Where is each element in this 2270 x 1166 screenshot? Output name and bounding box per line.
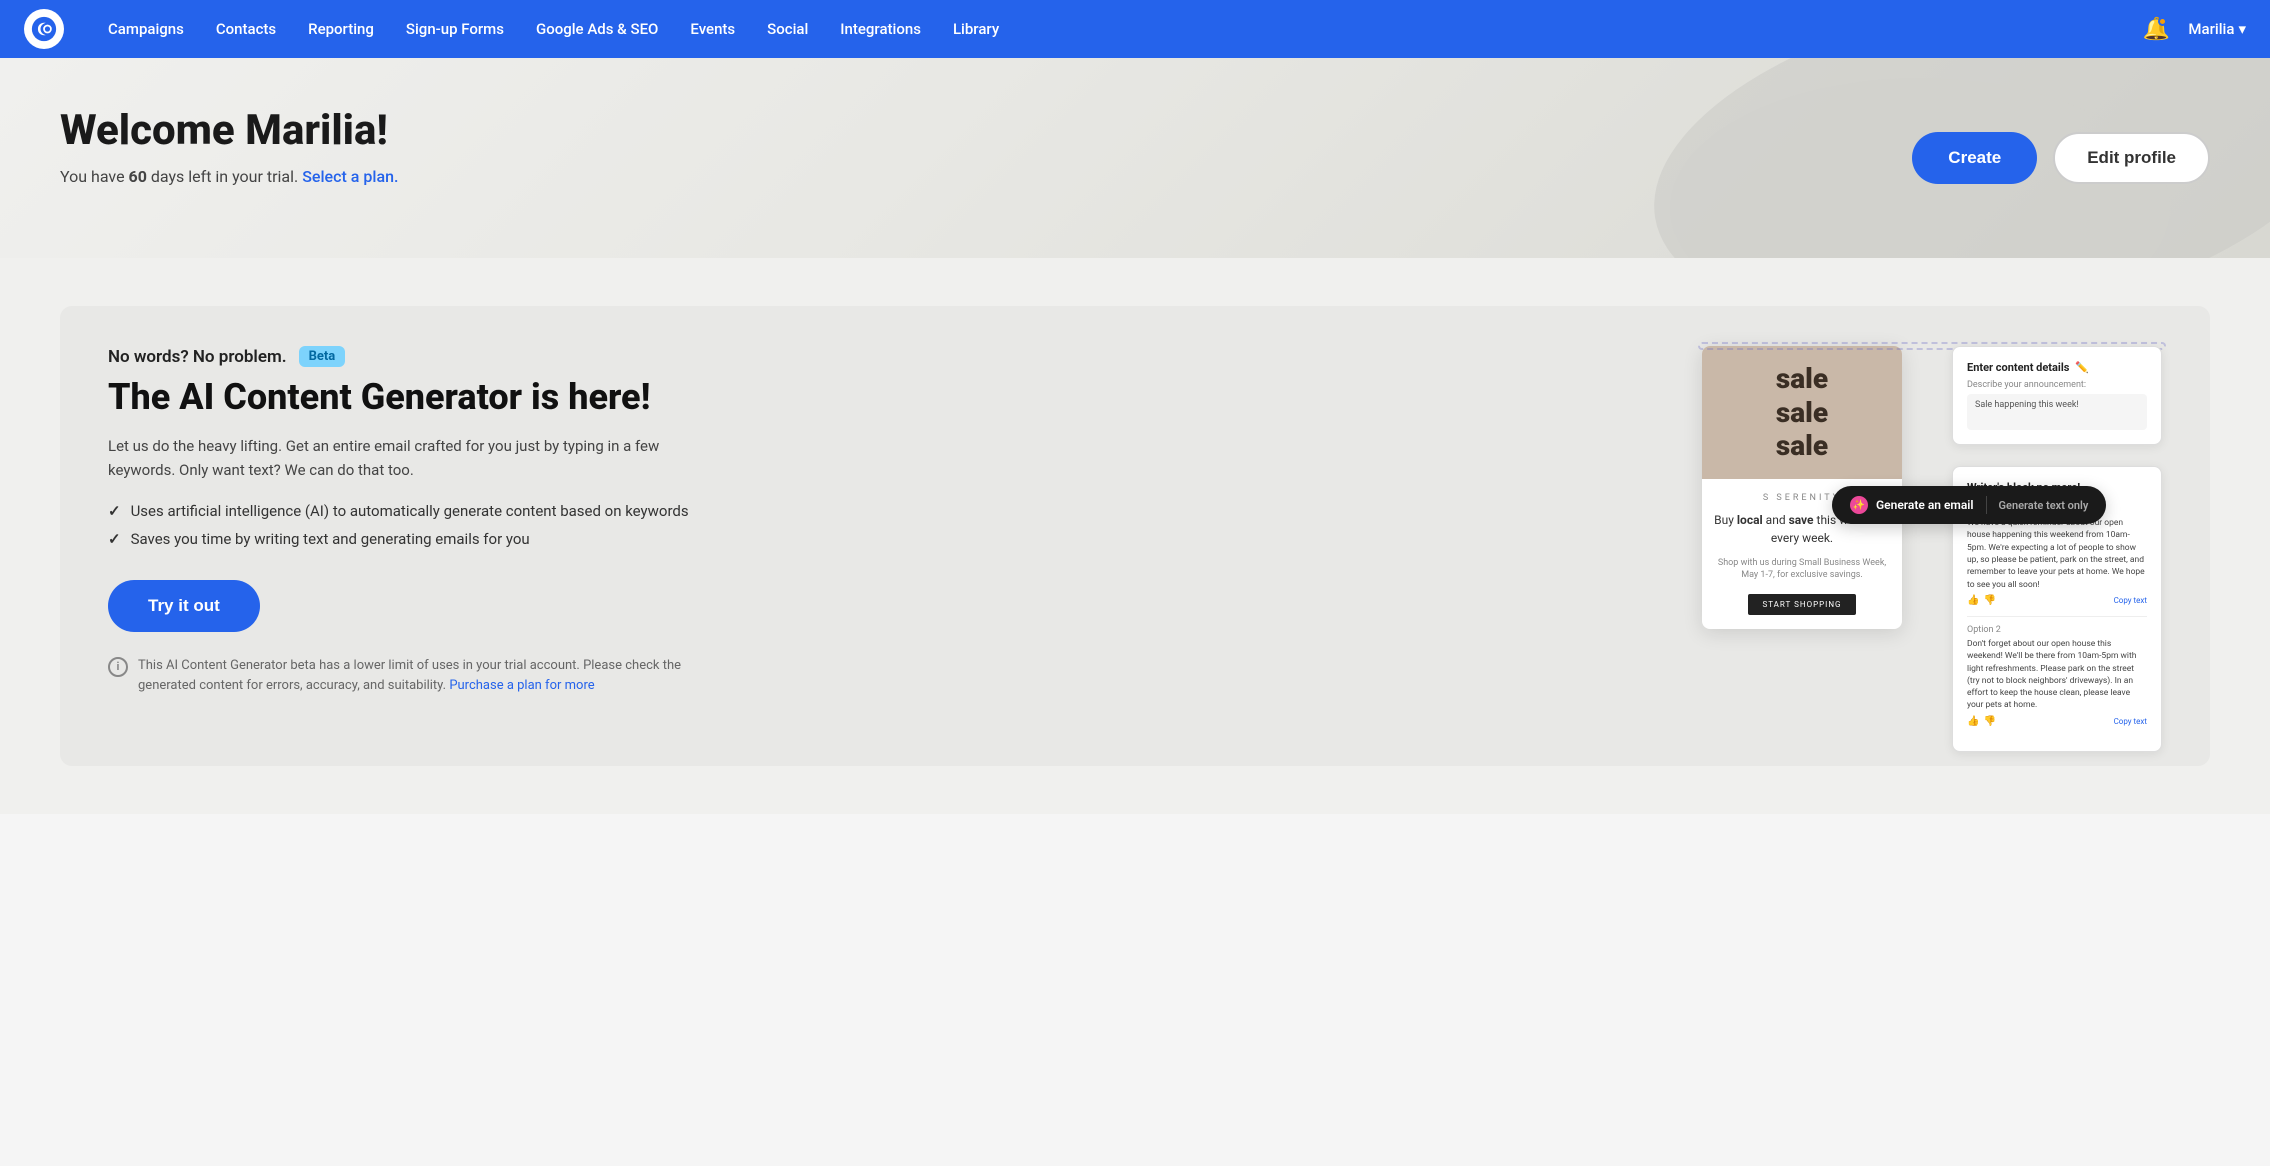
user-menu[interactable]: Marilia ▾: [2188, 20, 2246, 38]
ai-notice-text: This AI Content Generator beta has a low…: [138, 656, 728, 695]
thumbs-down-icon: 👎: [1983, 595, 1995, 606]
separator: [1986, 496, 1987, 514]
create-button[interactable]: Create: [1912, 132, 2037, 184]
ai-notice: i This AI Content Generator beta has a l…: [108, 656, 728, 695]
generate-email-btn-mockup: ✨ Generate an email Generate text only: [1832, 486, 2106, 524]
nav-contacts[interactable]: Contacts: [200, 0, 292, 58]
nav-signup-forms[interactable]: Sign-up Forms: [390, 0, 520, 58]
nav-library[interactable]: Library: [937, 0, 1015, 58]
beta-badge: Beta: [299, 346, 346, 367]
nav-social[interactable]: Social: [751, 0, 824, 58]
edit-profile-button[interactable]: Edit profile: [2053, 132, 2210, 184]
nav-google-ads-seo[interactable]: Google Ads & SEO: [520, 0, 674, 58]
ai-heading: The AI Content Generator is here!: [108, 377, 1642, 418]
hero-buttons: Create Edit profile: [1912, 132, 2210, 184]
select-plan-link[interactable]: Select a plan.: [302, 167, 398, 186]
purchase-plan-link[interactable]: Purchase a plan for more: [449, 678, 594, 693]
thumbs-down-icon-2: 👎: [1983, 716, 1995, 727]
option1-footer: 👍 👎 Copy text: [1967, 595, 2147, 606]
main-content: No words? No problem. Beta The AI Conten…: [0, 258, 2270, 814]
ai-feature-1: Uses artificial intelligence (AI) to aut…: [108, 502, 1642, 520]
trial-days: 60: [129, 167, 147, 186]
magic-wand-icon: ✨: [1850, 496, 1868, 514]
nav-reporting[interactable]: Reporting: [292, 0, 390, 58]
ai-left-panel: No words? No problem. Beta The AI Conten…: [108, 346, 1642, 695]
hero-title: Welcome Marilia!: [60, 106, 2210, 155]
gen-email-label: Generate an email: [1876, 498, 1974, 512]
nav-links: Campaigns Contacts Reporting Sign-up For…: [92, 0, 2140, 58]
hero-subtitle: You have 60 days left in your trial. Sel…: [60, 167, 2210, 186]
ai-description: Let us do the heavy lifting. Get an enti…: [108, 434, 708, 482]
option1-icons: 👍 👎: [1967, 595, 1996, 606]
copy-text-btn-2[interactable]: Copy text: [2114, 717, 2147, 726]
option1-text: We have a quick reminder about our open …: [1967, 517, 2147, 591]
main-nav: Campaigns Contacts Reporting Sign-up For…: [0, 0, 2270, 58]
option2-footer: 👍 👎 Copy text: [1967, 716, 2147, 727]
option2-text: Don't forget about our open house this w…: [1967, 638, 2147, 712]
content-details-panel: Enter content details ✏️ Describe your a…: [1952, 346, 2162, 445]
hero-content: Welcome Marilia! You have 60 days left i…: [60, 106, 2210, 186]
option-2: Option 2 Don't forget about our open hou…: [1967, 625, 2147, 727]
user-name: Marilia: [2188, 20, 2234, 38]
thumbs-up-icon: 👍: [1967, 595, 1979, 606]
ai-badge-row: No words? No problem. Beta: [108, 346, 1642, 367]
info-icon: i: [108, 657, 128, 677]
ai-content-card: No words? No problem. Beta The AI Conten…: [60, 306, 2210, 766]
edit-icon: ✏️: [2075, 361, 2089, 374]
logo[interactable]: [24, 9, 64, 49]
option2-label: Option 2: [1967, 625, 2147, 635]
try-it-out-button[interactable]: Try it out: [108, 580, 260, 632]
shop-button-mock: START SHOPPING: [1748, 594, 1855, 615]
nav-integrations[interactable]: Integrations: [824, 0, 937, 58]
copy-text-btn-1[interactable]: Copy text: [2114, 596, 2147, 605]
nav-events[interactable]: Events: [674, 0, 751, 58]
sale-header: salesalesale: [1702, 346, 1902, 479]
hero-section: Welcome Marilia! You have 60 days left i…: [0, 58, 2270, 258]
sub-text: Shop with us during Small Business Week,…: [1714, 557, 1890, 582]
panel-top-label: Describe your announcement:: [1967, 380, 2147, 390]
no-words-label: No words? No problem.: [108, 347, 287, 367]
divider: [1967, 616, 2147, 617]
thumbs-up-icon-2: 👍: [1967, 716, 1979, 727]
nav-campaigns[interactable]: Campaigns: [92, 0, 200, 58]
chevron-down-icon: ▾: [2238, 20, 2246, 38]
nav-right: 🔔 Marilia ▾: [2140, 13, 2246, 45]
trial-suffix: days left in your trial.: [147, 167, 298, 186]
trial-prefix: You have: [60, 167, 129, 186]
ai-feature-2: Saves you time by writing text and gener…: [108, 530, 1642, 548]
panel-top-input: Sale happening this week!: [1967, 394, 2147, 430]
ai-features-list: Uses artificial intelligence (AI) to aut…: [108, 502, 1642, 548]
panel-top-title: Enter content details ✏️: [1967, 361, 2147, 374]
notification-bell[interactable]: 🔔: [2140, 13, 2172, 45]
ai-right-panel: salesalesale S SERENITY Buy local and sa…: [1702, 346, 2162, 726]
gen-text-only-label: Generate text only: [1999, 499, 2089, 512]
option2-icons: 👍 👎: [1967, 716, 1996, 727]
